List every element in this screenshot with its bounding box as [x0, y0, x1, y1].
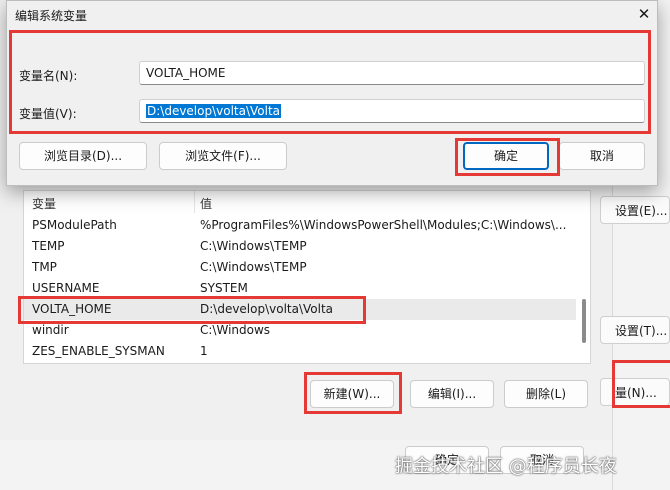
- watermark: 掘金技术社区 @程序员长夜: [395, 456, 617, 477]
- table-row[interactable]: TMP C:\Windows\TEMP: [24, 257, 576, 278]
- system-variables-table: 变量 值 PSModulePath %ProgramFiles%\WindowsP…: [23, 190, 591, 364]
- variable-value-cell: C:\Windows: [200, 323, 271, 337]
- variable-name-cell: TEMP: [32, 239, 65, 253]
- table-row[interactable]: TEMP C:\Windows\TEMP: [24, 236, 576, 257]
- variable-value-input[interactable]: D:\develop\volta\Volta: [139, 99, 645, 123]
- scrollbar-thumb[interactable]: [582, 299, 586, 343]
- browse-file-button[interactable]: 浏览文件(F)...: [159, 142, 287, 170]
- environment-variables-button[interactable]: 量(N)...: [600, 378, 670, 406]
- ok-button[interactable]: 确定: [463, 142, 549, 170]
- variable-value-cell: D:\develop\volta\Volta: [200, 302, 334, 316]
- new-variable-button[interactable]: 新建(W)...: [310, 380, 394, 408]
- edit-system-variable-dialog: 编辑系统变量 ✕ 变量名(N): VOLTA_HOME 变量值(V): D:\d…: [6, 0, 658, 186]
- delete-variable-button[interactable]: 删除(L): [504, 380, 588, 408]
- startup-settings-button[interactable]: 设置(T)...: [600, 316, 670, 344]
- variable-value-cell: SYSTEM: [200, 281, 248, 295]
- cancel-button[interactable]: 取消: [559, 142, 645, 170]
- table-row[interactable]: ZES_ENABLE_SYSMAN 1: [24, 341, 576, 362]
- variable-value-cell: C:\Windows\TEMP: [200, 260, 307, 274]
- table-row[interactable]: PSModulePath %ProgramFiles%\WindowsPowerS…: [24, 215, 576, 236]
- variable-name-cell: TMP: [32, 260, 57, 274]
- variable-name-cell: PSModulePath: [32, 218, 117, 232]
- dialog-title: 编辑系统变量: [15, 9, 88, 23]
- table-row[interactable]: VOLTA_HOME D:\develop\volta\Volta: [24, 299, 576, 320]
- selected-value-text: D:\develop\volta\Volta: [146, 104, 282, 118]
- browse-directory-button[interactable]: 浏览目录(D)...: [19, 142, 147, 170]
- close-icon[interactable]: ✕: [635, 5, 653, 23]
- edit-variable-button[interactable]: 编辑(I)...: [410, 380, 494, 408]
- variable-value-cell: C:\Windows\TEMP: [200, 239, 307, 253]
- variable-name-input[interactable]: VOLTA_HOME: [139, 61, 645, 85]
- variable-name-cell: USERNAME: [32, 281, 100, 295]
- variable-value-cell: 1: [200, 344, 208, 358]
- variable-name-cell: windir: [32, 323, 69, 337]
- variable-name-label: 变量名(N):: [19, 69, 78, 83]
- variable-name-cell: ZES_ENABLE_SYSMAN: [32, 344, 165, 358]
- column-header-variable[interactable]: 变量: [32, 195, 56, 212]
- variable-value-cell: %ProgramFiles%\WindowsPowerShell\Modules…: [200, 218, 567, 232]
- variable-name-cell: VOLTA_HOME: [32, 302, 112, 316]
- table-row[interactable]: USERNAME SYSTEM: [24, 278, 576, 299]
- variable-value-label: 变量值(V):: [19, 107, 77, 121]
- table-row[interactable]: windir C:\Windows: [24, 320, 576, 341]
- column-header-value[interactable]: 值: [200, 195, 212, 212]
- table-scrollbar[interactable]: [579, 215, 591, 361]
- performance-settings-button[interactable]: 设置(E)...: [600, 196, 670, 224]
- column-separator[interactable]: [194, 191, 195, 213]
